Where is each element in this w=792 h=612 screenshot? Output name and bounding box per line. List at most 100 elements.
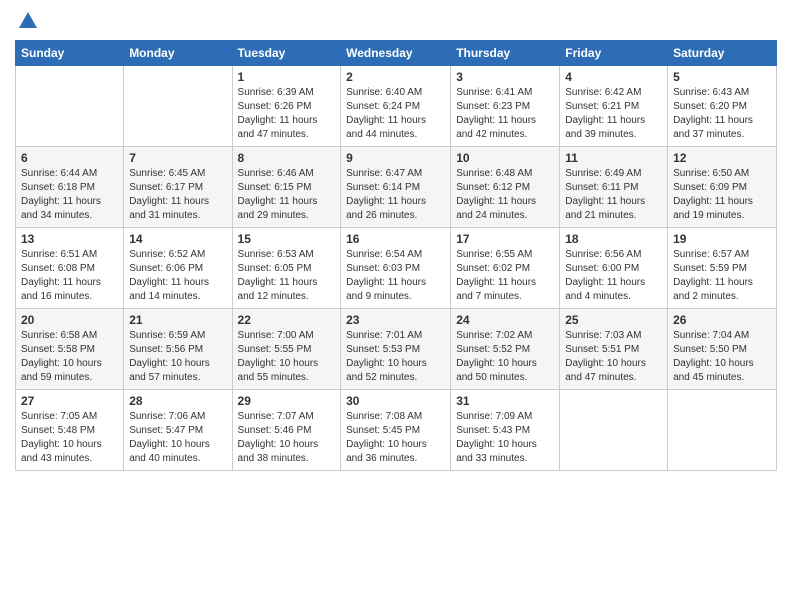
day-number: 13 [21,232,118,246]
day-info: Sunrise: 6:58 AMSunset: 5:58 PMDaylight:… [21,329,118,385]
day-info: Sunrise: 6:55 AMSunset: 6:02 PMDaylight:… [456,248,554,304]
day-number: 16 [346,232,445,246]
day-cell: 25 Sunrise: 7:03 AMSunset: 5:51 PMDayligh… [560,309,668,390]
header-cell-tuesday: Tuesday [232,41,341,66]
day-cell: 21 Sunrise: 6:59 AMSunset: 5:56 PMDayligh… [124,309,232,390]
day-number: 22 [238,313,336,327]
day-cell: 6Sunrise: 6:44 AMSunset: 6:18 PMDaylight… [16,147,124,228]
day-cell: 13 Sunrise: 6:51 AMSunset: 6:08 PMDayligh… [16,228,124,309]
header-cell-wednesday: Wednesday [341,41,451,66]
day-number: 5 [673,70,771,84]
day-number: 9 [346,151,445,165]
day-info: Sunrise: 6:40 AMSunset: 6:24 PMDaylight:… [346,86,445,142]
day-info: Sunrise: 6:59 AMSunset: 5:56 PMDaylight:… [129,329,226,385]
day-number: 30 [346,394,445,408]
day-cell: 27 Sunrise: 7:05 AMSunset: 5:48 PMDayligh… [16,390,124,471]
page: SundayMondayTuesdayWednesdayThursdayFrid… [0,0,792,612]
day-cell: 17 Sunrise: 6:55 AMSunset: 6:02 PMDayligh… [451,228,560,309]
day-number: 4 [565,70,662,84]
day-number: 3 [456,70,554,84]
day-number: 17 [456,232,554,246]
day-number: 31 [456,394,554,408]
day-cell: 28 Sunrise: 7:06 AMSunset: 5:47 PMDayligh… [124,390,232,471]
day-cell: 30 Sunrise: 7:08 AMSunset: 5:45 PMDayligh… [341,390,451,471]
day-cell: 26 Sunrise: 7:04 AMSunset: 5:50 PMDayligh… [668,309,777,390]
day-number: 28 [129,394,226,408]
week-row-2: 6Sunrise: 6:44 AMSunset: 6:18 PMDaylight… [16,147,777,228]
day-info: Sunrise: 7:09 AMSunset: 5:43 PMDaylight:… [456,410,554,466]
day-cell: 16 Sunrise: 6:54 AMSunset: 6:03 PMDayligh… [341,228,451,309]
day-info: Sunrise: 6:50 AMSunset: 6:09 PMDaylight:… [673,167,771,223]
week-row-3: 13 Sunrise: 6:51 AMSunset: 6:08 PMDayligh… [16,228,777,309]
day-cell: 3 Sunrise: 6:41 AMSunset: 6:23 PMDaylight… [451,66,560,147]
day-info: Sunrise: 7:00 AMSunset: 5:55 PMDaylight:… [238,329,336,385]
day-info: Sunrise: 6:52 AMSunset: 6:06 PMDaylight:… [129,248,226,304]
header-cell-monday: Monday [124,41,232,66]
day-number: 1 [238,70,336,84]
day-cell [124,66,232,147]
day-cell: 1 Sunrise: 6:39 AMSunset: 6:26 PMDaylight… [232,66,341,147]
logo-icon [17,10,39,32]
day-cell: 10 Sunrise: 6:48 AMSunset: 6:12 PMDayligh… [451,147,560,228]
day-number: 24 [456,313,554,327]
day-number: 8 [238,151,336,165]
day-info: Sunrise: 6:43 AMSunset: 6:20 PMDaylight:… [673,86,771,142]
day-cell [668,390,777,471]
day-number: 26 [673,313,771,327]
day-number: 27 [21,394,118,408]
calendar-table: SundayMondayTuesdayWednesdayThursdayFrid… [15,40,777,471]
day-number: 21 [129,313,226,327]
day-info: Sunrise: 6:41 AMSunset: 6:23 PMDaylight:… [456,86,554,142]
day-number: 11 [565,151,662,165]
day-number: 6 [21,151,118,165]
day-cell: 29 Sunrise: 7:07 AMSunset: 5:46 PMDayligh… [232,390,341,471]
day-cell [16,66,124,147]
day-info: Sunrise: 6:54 AMSunset: 6:03 PMDaylight:… [346,248,445,304]
day-number: 18 [565,232,662,246]
day-cell: 8Sunrise: 6:46 AMSunset: 6:15 PMDaylight… [232,147,341,228]
day-number: 12 [673,151,771,165]
header [15,10,777,32]
week-row-5: 27 Sunrise: 7:05 AMSunset: 5:48 PMDayligh… [16,390,777,471]
day-info: Sunrise: 7:01 AMSunset: 5:53 PMDaylight:… [346,329,445,385]
day-cell: 18 Sunrise: 6:56 AMSunset: 6:00 PMDayligh… [560,228,668,309]
day-info: Sunrise: 7:07 AMSunset: 5:46 PMDaylight:… [238,410,336,466]
week-row-4: 20 Sunrise: 6:58 AMSunset: 5:58 PMDayligh… [16,309,777,390]
day-info: Sunrise: 6:45 AMSunset: 6:17 PMDaylight:… [129,167,226,223]
day-number: 25 [565,313,662,327]
day-cell [560,390,668,471]
day-cell: 19 Sunrise: 6:57 AMSunset: 5:59 PMDayligh… [668,228,777,309]
day-info: Sunrise: 6:39 AMSunset: 6:26 PMDaylight:… [238,86,336,142]
header-row: SundayMondayTuesdayWednesdayThursdayFrid… [16,41,777,66]
header-cell-friday: Friday [560,41,668,66]
day-number: 23 [346,313,445,327]
day-cell: 2 Sunrise: 6:40 AMSunset: 6:24 PMDaylight… [341,66,451,147]
day-number: 14 [129,232,226,246]
day-cell: 23 Sunrise: 7:01 AMSunset: 5:53 PMDayligh… [341,309,451,390]
day-info: Sunrise: 7:03 AMSunset: 5:51 PMDaylight:… [565,329,662,385]
day-number: 29 [238,394,336,408]
day-info: Sunrise: 7:02 AMSunset: 5:52 PMDaylight:… [456,329,554,385]
day-info: Sunrise: 6:56 AMSunset: 6:00 PMDaylight:… [565,248,662,304]
logo [15,10,39,32]
day-info: Sunrise: 6:51 AMSunset: 6:08 PMDaylight:… [21,248,118,304]
day-number: 2 [346,70,445,84]
day-info: Sunrise: 7:05 AMSunset: 5:48 PMDaylight:… [21,410,118,466]
week-row-1: 1 Sunrise: 6:39 AMSunset: 6:26 PMDaylight… [16,66,777,147]
day-info: Sunrise: 6:48 AMSunset: 6:12 PMDaylight:… [456,167,554,223]
day-info: Sunrise: 7:04 AMSunset: 5:50 PMDaylight:… [673,329,771,385]
header-cell-sunday: Sunday [16,41,124,66]
day-info: Sunrise: 7:08 AMSunset: 5:45 PMDaylight:… [346,410,445,466]
day-cell: 11Sunrise: 6:49 AMSunset: 6:11 PMDayligh… [560,147,668,228]
day-cell: 5 Sunrise: 6:43 AMSunset: 6:20 PMDaylight… [668,66,777,147]
header-cell-thursday: Thursday [451,41,560,66]
day-cell: 4Sunrise: 6:42 AMSunset: 6:21 PMDaylight… [560,66,668,147]
header-cell-saturday: Saturday [668,41,777,66]
day-number: 10 [456,151,554,165]
day-number: 19 [673,232,771,246]
day-info: Sunrise: 7:06 AMSunset: 5:47 PMDaylight:… [129,410,226,466]
day-cell: 15Sunrise: 6:53 AMSunset: 6:05 PMDayligh… [232,228,341,309]
day-cell: 24 Sunrise: 7:02 AMSunset: 5:52 PMDayligh… [451,309,560,390]
day-info: Sunrise: 6:57 AMSunset: 5:59 PMDaylight:… [673,248,771,304]
day-number: 20 [21,313,118,327]
